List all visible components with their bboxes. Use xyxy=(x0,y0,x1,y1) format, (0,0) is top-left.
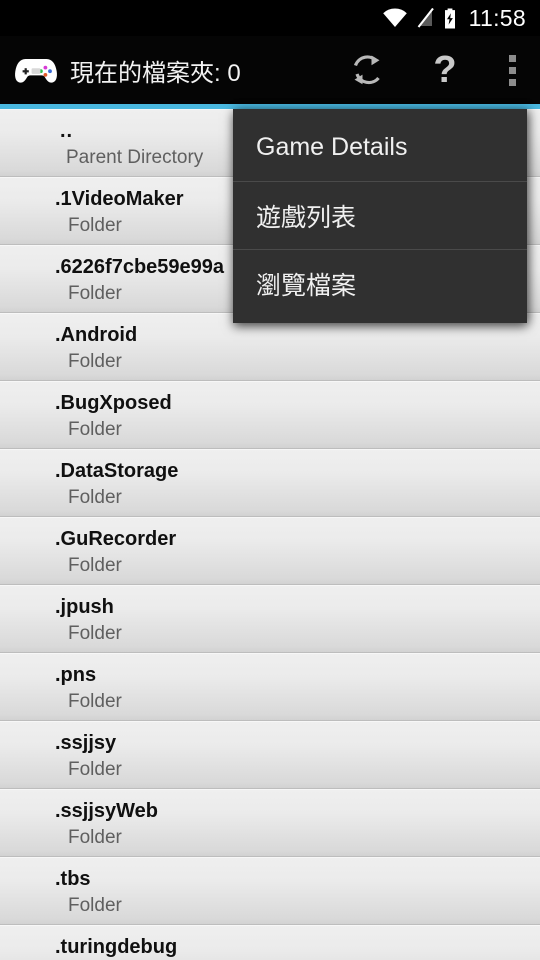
list-item-title: .BugXposed xyxy=(55,392,172,414)
status-bar: 11:58 xyxy=(0,0,540,36)
list-item-title: .tbs xyxy=(55,868,91,890)
cell-signal-off-icon xyxy=(417,8,434,28)
list-item[interactable]: .ssjjsyWeb Folder xyxy=(0,789,540,857)
list-item-title: .GuRecorder xyxy=(55,528,177,550)
battery-charging-icon xyxy=(444,8,455,28)
wifi-icon xyxy=(382,8,407,27)
list-item[interactable]: .ssjjsy Folder xyxy=(0,721,540,789)
list-item-title: .pns xyxy=(55,664,97,686)
list-item-title: .jpush xyxy=(55,596,114,618)
menu-item-game-list[interactable]: 遊戲列表 xyxy=(233,181,527,249)
status-bar-icons xyxy=(382,8,457,29)
list-item-title: .Android xyxy=(55,324,138,346)
gamepad-icon[interactable] xyxy=(14,53,58,87)
menu-item-label: Game Details xyxy=(256,132,408,161)
menu-item-browse-files[interactable]: 瀏覽檔案 xyxy=(233,249,527,317)
menu-item-label: 遊戲列表 xyxy=(256,203,357,232)
list-item[interactable]: .BugXposed Folder xyxy=(0,381,540,449)
list-item[interactable]: .tbs Folder xyxy=(0,857,540,925)
page-title: 現在的檔案夾: 0 xyxy=(70,59,241,87)
list-item-subtitle: Folder xyxy=(68,487,122,508)
list-item[interactable]: .turingdebug Folder xyxy=(0,925,540,960)
refresh-icon xyxy=(353,55,380,85)
status-bar-clock: 11:58 xyxy=(468,4,526,31)
list-item-title: .ssjjsy xyxy=(55,732,117,754)
refresh-button[interactable] xyxy=(328,36,406,104)
list-item-subtitle: Folder xyxy=(68,623,122,644)
list-item[interactable]: .pns Folder xyxy=(0,653,540,721)
list-item[interactable]: .jpush Folder xyxy=(0,585,540,653)
overflow-button[interactable] xyxy=(484,36,540,104)
list-item[interactable]: .GuRecorder Folder xyxy=(0,517,540,585)
help-button[interactable]: ? xyxy=(406,36,484,104)
list-item[interactable]: .DataStorage Folder xyxy=(0,449,540,517)
list-item-subtitle: Folder xyxy=(68,759,122,780)
menu-item-label: 瀏覽檔案 xyxy=(256,271,357,300)
action-bar: 現在的檔案夾: 0 ? xyxy=(0,36,540,104)
more-vertical-icon xyxy=(508,54,516,86)
list-item[interactable]: .Android Folder xyxy=(0,313,540,381)
list-item-subtitle: Folder xyxy=(68,351,122,372)
list-item-subtitle: Folder xyxy=(68,691,122,712)
list-item-subtitle: Folder xyxy=(68,827,122,848)
list-item-title: .turingdebug xyxy=(55,936,178,958)
list-item-title: .DataStorage xyxy=(55,460,179,482)
overflow-menu[interactable]: Game Details 遊戲列表 瀏覽檔案 xyxy=(233,109,527,323)
list-item-subtitle: Folder xyxy=(68,555,122,576)
list-item-subtitle: Folder xyxy=(68,895,122,916)
screen: 11:58 現在的檔案夾: 0 ? .. Parent Directory .1… xyxy=(0,0,540,960)
list-item-subtitle: Folder xyxy=(68,419,122,440)
list-item-title: .ssjjsyWeb xyxy=(55,800,159,822)
menu-item-game-details[interactable]: Game Details xyxy=(233,113,527,181)
question-mark-icon: ? xyxy=(433,49,457,91)
